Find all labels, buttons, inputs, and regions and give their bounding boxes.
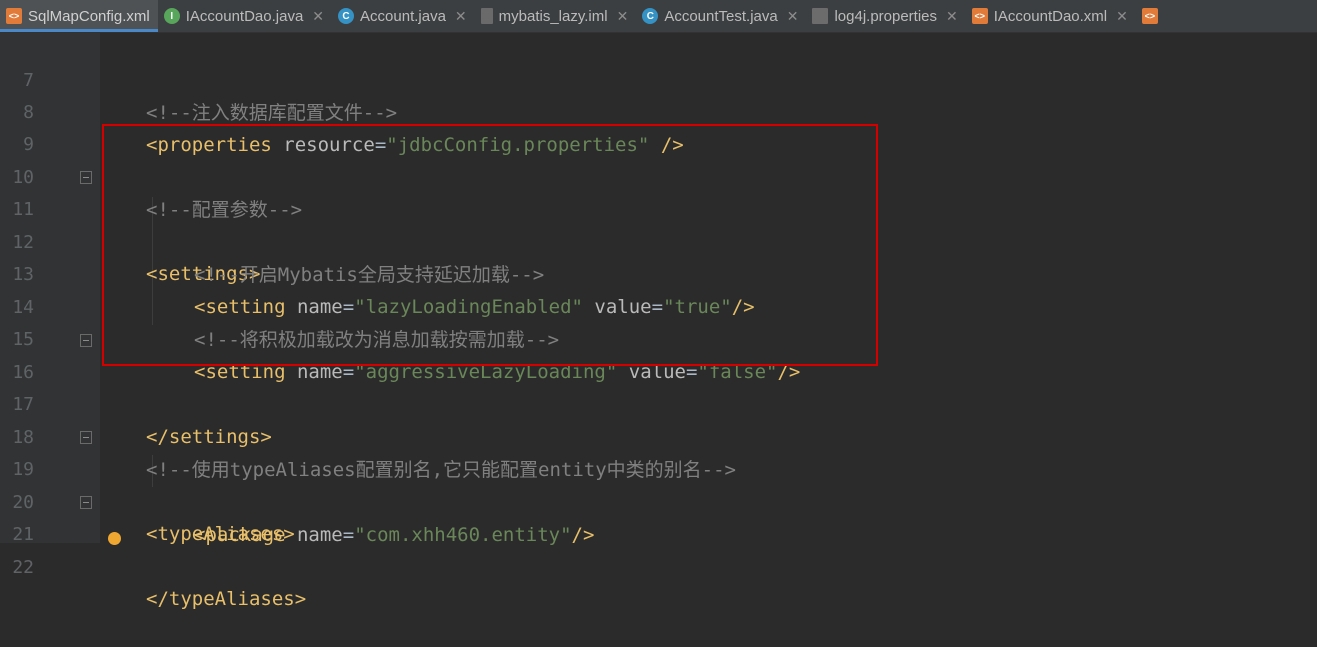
code-line[interactable]: 22 [0,520,1317,578]
intention-bulb-icon[interactable] [108,532,121,545]
tab-iaccountdao-xml[interactable]: <> IAccountDao.xml ✕ [966,0,1136,32]
tab-log4j-properties[interactable]: log4j.properties ✕ [806,0,965,32]
tab-label: log4j.properties [834,7,938,25]
tab-account-java[interactable]: C Account.java ✕ [332,0,475,32]
interface-icon: I [163,8,180,24]
tab-label: IAccountDao.xml [993,7,1108,25]
tab-overflow[interactable]: <> [1136,0,1172,32]
code-line[interactable]: 20 <package name="com.xhh460.entity"/> [0,455,1317,546]
tab-label: AccountTest.java [664,7,778,25]
properties-file-icon [812,8,829,24]
close-tab-icon[interactable]: ✕ [312,8,324,25]
test-class-icon: C [642,8,659,24]
module-file-icon [480,8,493,24]
tab-label: SqlMapConfig.xml [28,7,150,25]
class-icon: C [338,8,355,24]
close-tab-icon[interactable]: ✕ [455,8,467,25]
fold-icon[interactable] [80,431,92,444]
tab-mybatis-lazy-iml[interactable]: mybatis_lazy.iml ✕ [475,0,637,32]
fold-icon[interactable] [80,334,92,347]
fold-icon[interactable] [80,496,92,509]
tab-iaccountdao-java[interactable]: I IAccountDao.java ✕ [158,0,332,32]
tab-sqlmapconfig-xml[interactable]: <> SqlMapConfig.xml [0,0,158,32]
close-tab-icon[interactable]: ✕ [946,8,958,25]
xml-file-icon: <> [1141,8,1158,24]
code-line[interactable]: 7 <!--注入数据库配置文件--> [0,33,1317,124]
xml-tag: </typeAliases> [146,588,307,610]
code-line[interactable]: 21 </typeAliases> [0,487,1317,610]
tab-label: mybatis_lazy.iml [498,7,608,25]
fold-icon[interactable] [80,171,92,184]
code-editor[interactable]: 7 <!--注入数据库配置文件--> 8 <properties resourc… [0,33,1317,610]
code-line[interactable]: 18 <!--使用typeAliases配置别名,它只能配置entity中类的别… [0,390,1317,481]
close-tab-icon[interactable]: ✕ [787,8,799,25]
xml-file-icon: <> [6,8,22,24]
close-tab-icon[interactable]: ✕ [617,8,629,25]
tab-label: IAccountDao.java [185,7,304,25]
code-content: </typeAliases> [146,583,306,615]
close-tab-icon[interactable]: ✕ [1116,8,1128,25]
xml-file-icon: <> [971,8,988,24]
code-line[interactable]: 19 <typeAliases> [0,422,1317,545]
tab-accounttest-java[interactable]: C AccountTest.java ✕ [636,0,806,32]
code-line[interactable]: 8 <properties resource="jdbcConfig.prope… [0,65,1317,156]
tab-label: Account.java [360,7,446,25]
line-number: 22 [12,557,34,578]
highlight-annotation-box [102,124,878,366]
editor-tab-bar: <> SqlMapConfig.xml I IAccountDao.java ✕… [0,0,1317,33]
